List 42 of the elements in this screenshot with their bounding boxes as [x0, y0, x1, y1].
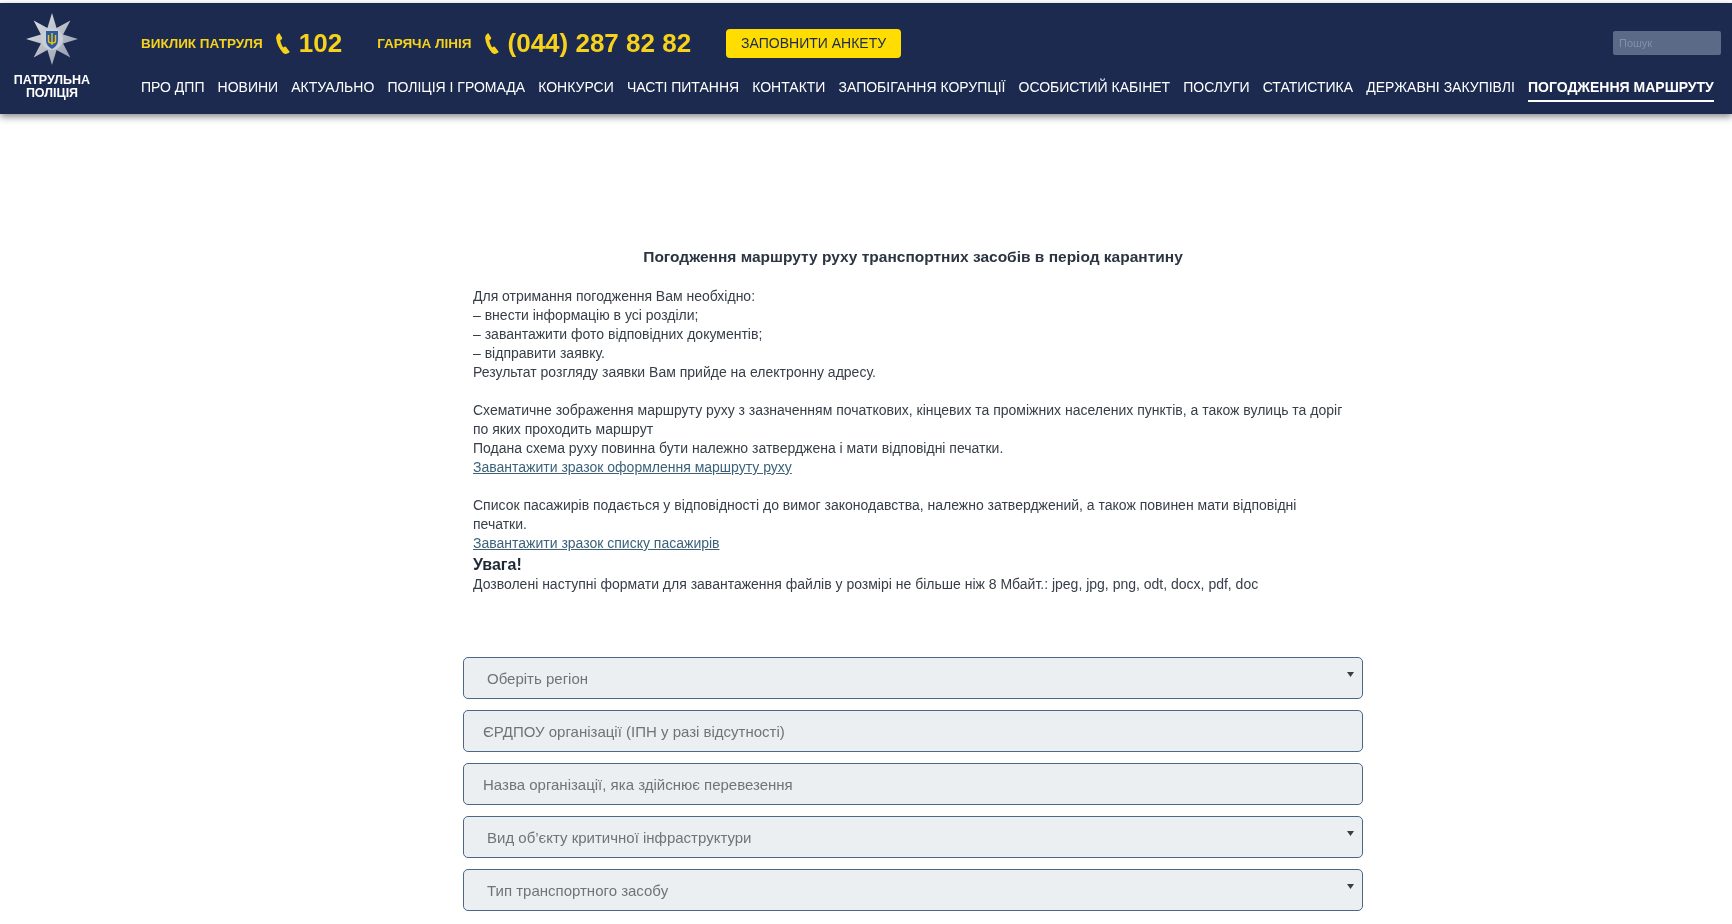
nav-link[interactable]: АКТУАЛЬНО	[291, 78, 375, 102]
paragraph-text: – завантажити фото відповідних документів;	[473, 325, 764, 344]
page-title: Погодження маршруту руху транспортних засобів в період карантину	[642, 247, 1184, 267]
paragraph-text: Для отримання погодження Вам необхідно:	[473, 287, 757, 306]
caret-icon	[1347, 671, 1354, 677]
paragraph-text: – відправити заявку.	[473, 344, 606, 363]
hotline-label: ГАРЯЧА ЛІНІЯ	[377, 35, 472, 51]
phone-icon	[483, 32, 500, 54]
nav-link[interactable]: ЗАПОБІГАННЯ КОРУПЦІЇ	[838, 78, 1006, 102]
paragraph-text: Результат розгляду заявки Вам прийде на електронну адресу.	[473, 363, 877, 382]
logo-text: ПАТРУЛЬНА ПОЛІЦІЯ	[12, 74, 92, 100]
nav-link[interactable]: ПОЛІЦІЯ І ГРОМАДА	[387, 78, 526, 102]
paragraph-text: Дозволені наступні формати для завантаження файлів у розмірі не більше ніж 8 Мбайт.: jpeg, jpg, png, odt, docx, pdf, doc	[473, 575, 1260, 594]
phone-number: (044) 287 82 82	[507, 27, 692, 59]
input-field[interactable]: ЄРДПОУ організації (ІПН у разі відсутності)	[463, 710, 1363, 752]
nav-link[interactable]: ОСОБИСТИЙ КАБІНЕТ	[1018, 78, 1171, 102]
caret-icon	[1347, 883, 1354, 889]
fill-form-button[interactable]: ЗАПОВНИТИ АНКЕТУ	[726, 28, 902, 58]
nav-link[interactable]: КОНКУРСИ	[538, 78, 614, 102]
dropdown-field[interactable]: Тип транспортного засобу	[463, 869, 1363, 911]
warning-heading: Увага!	[473, 555, 523, 575]
input-field[interactable]: Назва організації, яка здійснює перевезення	[463, 763, 1363, 805]
download-link[interactable]: Завантажити зразок списку пасажирів	[473, 534, 720, 553]
paragraph-text: Подана схема руху повинна бути належно затверджена і мати відповідні печатки.	[473, 439, 1005, 458]
nav-link[interactable]: ПОГОДЖЕННЯ МАРШРУТУ	[1527, 78, 1714, 102]
nav-link[interactable]: ЧАСТІ ПИТАННЯ	[626, 78, 740, 102]
hotline-label: ВИКЛИК ПАТРУЛЯ	[141, 35, 263, 51]
nav-link[interactable]: ПРО ДПП	[141, 78, 205, 102]
nav-link[interactable]: КОНТАКТИ	[752, 78, 826, 102]
phone-icon	[274, 32, 291, 54]
download-link[interactable]: Завантажити зразок оформлення маршруту руху	[473, 458, 792, 477]
phone-number: 102	[298, 27, 343, 59]
dropdown-field[interactable]: Вид об’єкту критичної інфраструктури	[463, 816, 1363, 858]
nav-link[interactable]: НОВИНИ	[217, 78, 279, 102]
nav-link[interactable]: ПОСЛУГИ	[1183, 78, 1250, 102]
paragraph-text: Схематичне зображення маршруту руху з зазначенням початкових, кінцевих та проміжних населених пунктів, а також вулиць та доріг по яких проходить маршрут	[473, 401, 1344, 439]
nav-link[interactable]: СТАТИСТИКА	[1262, 78, 1354, 102]
paragraph-text: Список пасажирів подається у відповідності до вимог законодавства, належно затверджений, а також повинен мати відповідні печатки.	[473, 496, 1298, 534]
caret-icon	[1347, 830, 1354, 836]
dropdown-field[interactable]: Оберіть регіон	[463, 657, 1363, 699]
nav-link[interactable]: ДЕРЖАВНІ ЗАКУПІВЛІ	[1366, 78, 1515, 102]
paragraph-text: – внести інформацію в усі розділи;	[473, 306, 700, 325]
